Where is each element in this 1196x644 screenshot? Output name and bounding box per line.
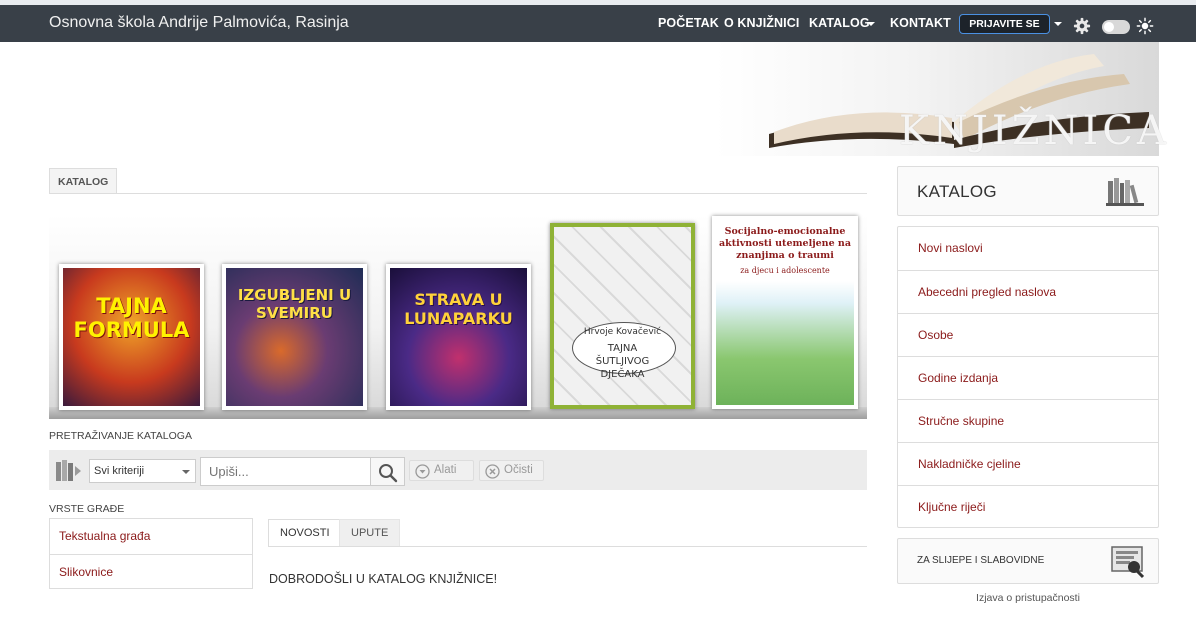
tools-label: Alati xyxy=(434,464,457,476)
site-title[interactable]: Osnovna škola Andrije Palmovića, Rasinja xyxy=(49,14,349,32)
clear-circle-icon xyxy=(485,464,500,479)
book-title: Socijalno-emocionalne aktivnosti utemelj… xyxy=(719,226,851,261)
clear-button[interactable]: Očisti xyxy=(479,460,544,481)
top-navbar: Osnovna škola Andrije Palmovića, Rasinja… xyxy=(0,0,1196,42)
sidebar-item-nakladnicke-cjeline[interactable]: Nakladničke cjeline xyxy=(898,442,1158,485)
material-types-label: VRSTE GRAĐE xyxy=(49,503,125,515)
tools-button[interactable]: Alati xyxy=(409,460,474,481)
book-cover-art: IZGUBLJENI U SVEMIRU xyxy=(226,268,363,406)
screen-reader-icon xyxy=(1111,546,1145,579)
search-section-label: PRETRAŽIVANJE KATALOGA xyxy=(49,430,192,442)
sidebar-item-godine-izdanja[interactable]: Godine izdanja xyxy=(898,356,1158,399)
katalog-chevron-down-icon xyxy=(867,22,875,26)
sun-icon xyxy=(1136,17,1154,35)
clear-label: Očisti xyxy=(504,464,533,476)
banner-text: KNJIŽNICA xyxy=(899,108,1170,154)
book-cover-art: TAJNA FORMULA xyxy=(63,268,200,406)
nav-pocetak[interactable]: POČETAK xyxy=(658,16,719,30)
book-cover-socijalno-emocionalne-aktivnosti[interactable]: Socijalno-emocionalne aktivnosti utemelj… xyxy=(712,216,858,409)
chevron-down-icon xyxy=(182,470,190,474)
book-cover-izgubljeni-u-svemiru[interactable]: IZGUBLJENI U SVEMIRU xyxy=(222,264,367,410)
sidebar-catalog-header: KATALOG xyxy=(897,166,1159,216)
book-title: STRAVA U LUNAPARKU xyxy=(404,290,513,328)
material-type-slikovnice[interactable]: Slikovnice xyxy=(50,554,252,589)
login-chevron-down-icon[interactable] xyxy=(1054,22,1062,26)
book-cover-art: STRAVA U LUNAPARKU xyxy=(390,268,527,406)
criteria-select[interactable]: Svi kriteriji xyxy=(89,459,196,483)
book-cover-strava-u-lunaparku[interactable]: STRAVA U LUNAPARKU xyxy=(386,264,531,410)
nav-o-knjiznici[interactable]: O KNJIŽNICI xyxy=(724,16,799,30)
bookshelf-icon xyxy=(1106,178,1144,206)
login-button[interactable]: PRIJAVITE SE xyxy=(959,14,1050,34)
criteria-select-value: Svi kriteriji xyxy=(94,465,145,477)
welcome-message: DOBRODOŠLI U KATALOG KNJIŽNICE! xyxy=(269,572,498,586)
sidebar-item-kljucne-rijeci[interactable]: Ključne riječi xyxy=(898,485,1158,528)
blind-label: ZA SLIJEPE I SLABOVIDNE xyxy=(917,555,1045,566)
tab-upute[interactable]: UPUTE xyxy=(339,519,401,547)
theme-toggle[interactable] xyxy=(1102,20,1130,34)
search-button[interactable] xyxy=(370,457,405,486)
material-type-tekstualna-grada[interactable]: Tekstualna građa xyxy=(50,519,252,554)
accessibility-statement-link[interactable]: Izjava o pristupačnosti xyxy=(897,592,1159,604)
tab-katalog[interactable]: KATALOG xyxy=(49,168,118,194)
blind-accessibility-button[interactable]: ZA SLIJEPE I SLABOVIDNE xyxy=(897,538,1159,584)
catalog-books-icon xyxy=(56,460,81,481)
chevron-circle-down-icon xyxy=(415,464,430,479)
book-cover-tajna-formula[interactable]: TAJNA FORMULA xyxy=(59,264,204,410)
book-author: Hrvoje Kovačević xyxy=(583,327,662,337)
search-input[interactable] xyxy=(200,457,372,486)
library-banner: KNJIŽNICA xyxy=(49,42,1166,156)
nav-kontakt[interactable]: KONTAKT xyxy=(890,16,951,30)
tab-divider xyxy=(49,193,867,194)
sidebar-item-osobe[interactable]: Osobe xyxy=(898,313,1158,356)
search-icon xyxy=(379,464,398,483)
nav-katalog[interactable]: KATALOG xyxy=(809,16,870,30)
book-cover-tajna-sutljivog-djecaka[interactable]: Hrvoje Kovačević TAJNA ŠUTLJIVOG DJEČAKA xyxy=(550,223,695,409)
sidebar-item-novi-naslovi[interactable]: Novi naslovi xyxy=(898,227,1158,270)
book-subtitle: za djecu i adolescente xyxy=(740,266,830,275)
book-title: TAJNA FORMULA xyxy=(73,294,190,342)
book-cover-art: Socijalno-emocionalne aktivnosti utemelj… xyxy=(716,220,854,405)
sidebar-item-abecedni-pregled[interactable]: Abecedni pregled naslova xyxy=(898,270,1158,313)
sidebar-menu: Novi naslovi Abecedni pregled naslova Os… xyxy=(897,226,1159,528)
material-types-list: Tekstualna građa Slikovnice xyxy=(49,518,253,589)
content-tab-divider xyxy=(268,546,867,547)
toggle-knob xyxy=(1104,22,1114,32)
book-cover-art: Hrvoje Kovačević TAJNA ŠUTLJIVOG DJEČAKA xyxy=(554,227,691,405)
sidebar-title: KATALOG xyxy=(917,182,997,201)
gear-icon[interactable] xyxy=(1073,17,1091,35)
tab-novosti[interactable]: NOVOSTI xyxy=(268,519,342,547)
book-title: TAJNA ŠUTLJIVOG DJEČAKA xyxy=(595,343,650,380)
book-title: IZGUBLJENI U SVEMIRU xyxy=(237,286,352,322)
sidebar-item-strucne-skupine[interactable]: Stručne skupine xyxy=(898,399,1158,442)
